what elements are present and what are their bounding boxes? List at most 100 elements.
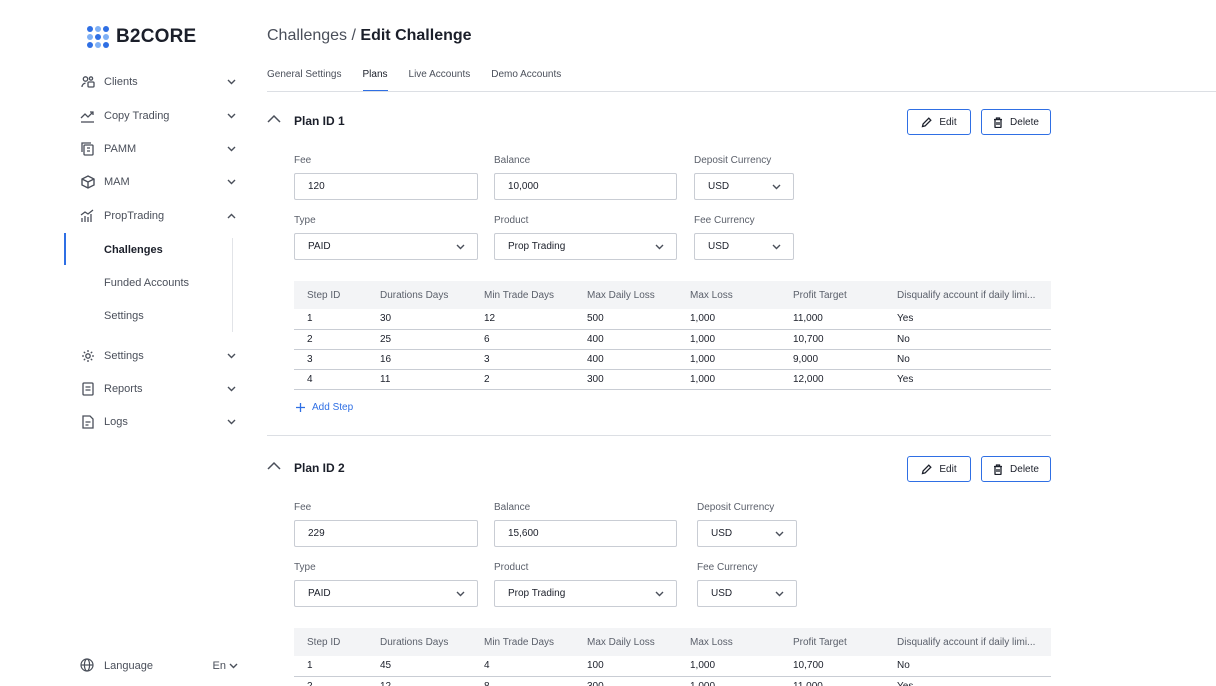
steps-table: Step ID Durations Days Min Trade Days Ma… — [294, 628, 1051, 686]
plan-title: Plan ID 2 — [294, 461, 345, 475]
logo-mark-icon — [87, 26, 109, 48]
tabs: General Settings Plans Live Accounts Dem… — [267, 69, 582, 92]
fee-label: Fee — [294, 502, 312, 513]
fee-currency-value: USD — [708, 241, 730, 252]
table-row[interactable]: 2 25 6 400 1,000 10,700 No — [294, 329, 1051, 350]
table-cell: 10,700 — [780, 329, 884, 350]
table-cell: 2 — [294, 676, 367, 686]
fee-input[interactable] — [308, 528, 477, 539]
sidebar-item-prop-trading[interactable]: PropTrading — [80, 206, 236, 226]
table-cell: 45 — [367, 656, 471, 677]
prop-trading-icon — [80, 209, 95, 224]
sidebar-item-label: Logs — [104, 416, 128, 428]
balance-field[interactable] — [494, 173, 677, 200]
edit-label: Edit — [939, 116, 957, 128]
reports-icon — [80, 382, 95, 397]
sidebar-item-pamm[interactable]: PAMM — [80, 139, 236, 159]
chevron-up-icon[interactable] — [267, 114, 281, 128]
sidebar-item-settings[interactable]: Settings — [80, 346, 236, 366]
table-cell: 12,000 — [780, 369, 884, 390]
sidebar-subitem-challenges[interactable]: Challenges — [104, 244, 163, 256]
table-row[interactable]: 1 45 4 100 1,000 10,700 No — [294, 656, 1051, 677]
edit-button[interactable]: Edit — [907, 109, 971, 135]
sidebar-item-clients[interactable]: Clients — [80, 72, 236, 92]
column-header: Disqualify account if daily limi... — [884, 628, 1051, 656]
fee-field[interactable] — [294, 520, 478, 547]
plan-title: Plan ID 1 — [294, 114, 345, 128]
balance-label: Balance — [494, 155, 531, 166]
pencil-icon — [921, 463, 933, 475]
product-select[interactable]: Prop Trading — [494, 233, 677, 260]
fee-currency-value: USD — [711, 588, 733, 599]
sidebar-item-reports[interactable]: Reports — [80, 379, 236, 399]
table-cell: Yes — [884, 309, 1051, 330]
sidebar-item-label: MAM — [104, 176, 130, 188]
edit-label: Edit — [939, 463, 957, 475]
deposit-currency-select[interactable]: USD — [694, 173, 794, 200]
table-cell: 1,000 — [677, 349, 780, 370]
column-header: Min Trade Days — [471, 628, 574, 656]
fee-label: Fee — [294, 155, 312, 166]
globe-icon — [80, 658, 95, 673]
table-cell: 2 — [294, 329, 367, 350]
language-switcher: Language En — [80, 658, 238, 673]
deposit-currency-select[interactable]: USD — [697, 520, 797, 547]
sidebar-subitem-settings[interactable]: Settings — [104, 310, 144, 322]
chevron-down-icon — [655, 244, 664, 250]
table-cell: No — [884, 349, 1051, 370]
sidebar-item-logs[interactable]: Logs — [80, 412, 236, 432]
tabs-divider — [267, 91, 1216, 92]
table-cell: 3 — [294, 349, 367, 370]
table-row[interactable]: 3 16 3 400 1,000 9,000 No — [294, 349, 1051, 370]
table-row[interactable]: 4 11 2 300 1,000 12,000 Yes — [294, 369, 1051, 390]
add-step-button[interactable]: Add Step — [296, 402, 353, 413]
tab-general-settings[interactable]: General Settings — [267, 69, 342, 92]
table-cell: 1,000 — [677, 369, 780, 390]
table-cell: No — [884, 329, 1051, 350]
plan-header: Plan ID 1 Edit Delete — [267, 109, 1051, 135]
column-header: Max Loss — [677, 281, 780, 309]
delete-button[interactable]: Delete — [981, 109, 1051, 135]
sidebar-subitem-funded-accounts[interactable]: Funded Accounts — [104, 277, 189, 289]
table-cell: 400 — [574, 329, 677, 350]
table-cell: 16 — [367, 349, 471, 370]
breadcrumb-parent[interactable]: Challenges — [267, 27, 347, 44]
balance-field[interactable] — [494, 520, 677, 547]
type-select[interactable]: PAID — [294, 580, 478, 607]
table-cell: 12 — [471, 309, 574, 330]
tab-plans[interactable]: Plans — [362, 69, 388, 92]
chevron-down-icon — [229, 663, 238, 669]
table-row[interactable]: 2 12 8 300 1,000 11,000 Yes — [294, 676, 1051, 686]
table-cell: 500 — [574, 309, 677, 330]
deposit-currency-value: USD — [711, 528, 733, 539]
fee-field[interactable] — [294, 173, 478, 200]
balance-input[interactable] — [508, 528, 676, 539]
fee-input[interactable] — [308, 181, 477, 192]
delete-button[interactable]: Delete — [981, 456, 1051, 482]
chevron-down-icon — [226, 177, 236, 187]
table-row[interactable]: 1 30 12 500 1,000 11,000 Yes — [294, 309, 1051, 330]
language-select[interactable]: En — [213, 660, 238, 672]
sidebar-item-copy-trading[interactable]: Copy Trading — [80, 106, 236, 126]
table-cell: No — [884, 656, 1051, 677]
chevron-down-icon — [226, 77, 236, 87]
delete-label: Delete — [1010, 463, 1039, 475]
fee-currency-select[interactable]: USD — [697, 580, 797, 607]
edit-button[interactable]: Edit — [907, 456, 971, 482]
table-cell: 4 — [471, 656, 574, 677]
pamm-icon — [80, 142, 95, 157]
product-select[interactable]: Prop Trading — [494, 580, 677, 607]
column-header: Step ID — [294, 628, 367, 656]
chevron-down-icon — [775, 591, 784, 597]
table-cell: Yes — [884, 676, 1051, 686]
tab-demo-accounts[interactable]: Demo Accounts — [491, 69, 561, 92]
chevron-up-icon[interactable] — [267, 461, 281, 475]
table-header-row: Step ID Durations Days Min Trade Days Ma… — [294, 281, 1051, 309]
sidebar-item-mam[interactable]: MAM — [80, 172, 236, 192]
tab-live-accounts[interactable]: Live Accounts — [409, 69, 471, 92]
brand-logo[interactable]: B2CORE — [87, 26, 196, 48]
type-select[interactable]: PAID — [294, 233, 478, 260]
fee-currency-select[interactable]: USD — [694, 233, 794, 260]
sidebar-item-label: Settings — [104, 350, 144, 362]
balance-input[interactable] — [508, 181, 676, 192]
